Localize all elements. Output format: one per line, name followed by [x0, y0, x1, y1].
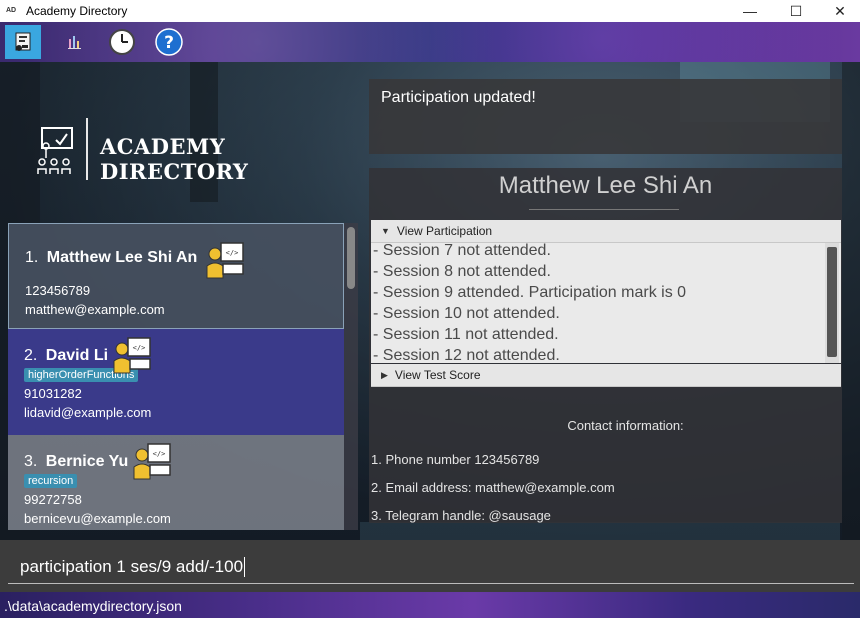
help-tab[interactable]: ?	[151, 25, 187, 59]
contact-email: 2. Email address: matthew@example.com	[371, 480, 615, 495]
contact-heading: Contact information:	[567, 418, 684, 433]
participation-row: - Session 7 not attended.	[373, 243, 551, 259]
result-display: Participation updated!	[369, 79, 842, 154]
svg-text:</>: </>	[133, 344, 146, 352]
scrollbar-thumb[interactable]	[827, 247, 837, 357]
status-file-path: .\data\academydirectory.json	[4, 598, 182, 614]
toolbar: ?	[0, 22, 860, 62]
student-index: 1.	[25, 249, 39, 266]
classroom-icon	[37, 127, 73, 174]
command-text: participation 1 ses/9 add/-100	[20, 556, 244, 576]
svg-text:?: ?	[164, 33, 174, 53]
app-icon: AD	[6, 7, 17, 14]
contact-information: Contact information: 1. Phone number 123…	[369, 418, 842, 530]
academy-logo: ACADEMY DIRECTORY	[36, 118, 336, 184]
status-bar: .\data\academydirectory.json	[0, 592, 860, 618]
title-bar: AD Academy Directory — ☐ ✕	[0, 0, 860, 22]
student-phone: 123456789	[25, 283, 91, 298]
directory-icon	[15, 32, 31, 51]
directory-tab[interactable]	[5, 25, 41, 59]
detail-student-name: Matthew Lee Shi An	[498, 172, 713, 199]
window-title: Academy Directory	[26, 4, 128, 18]
minimize-button[interactable]: —	[728, 0, 772, 22]
student-name-row: 1. Matthew Lee Shi An	[25, 249, 343, 267]
history-tab[interactable]	[104, 25, 140, 59]
participation-row: - Session 12 not attended.	[373, 347, 560, 363]
chart-icon	[68, 36, 81, 49]
student-index: 3.	[24, 453, 38, 470]
student-card[interactable]: 1. Matthew Lee Shi An 123456789 matthew@…	[8, 223, 344, 329]
contact-phone: 1. Phone number 123456789	[371, 452, 540, 467]
view-participation-header[interactable]: ▼ View Participation	[371, 220, 841, 243]
participation-header-label: View Participation	[396, 224, 493, 238]
student-avatar-icon: </>	[206, 242, 244, 279]
student-index: 2.	[24, 347, 38, 364]
student-card[interactable]: 2. David Li higherOrderFunctions 9103128…	[8, 329, 344, 435]
student-name-row: 3. Bernice Yu	[24, 453, 344, 471]
student-card[interactable]: 3. Bernice Yu recursion 99272758 bernice…	[8, 435, 344, 530]
clock-icon	[109, 29, 135, 55]
help-icon: ?	[155, 28, 183, 56]
svg-text:</>: </>	[153, 450, 166, 458]
student-name: Bernice Yu	[45, 453, 129, 470]
student-email: matthew@example.com	[25, 302, 165, 317]
triangle-down-icon: ▼	[381, 226, 390, 236]
contact-telegram: 3. Telegram handle: @sausage	[371, 508, 551, 523]
result-message: Participation updated!	[381, 89, 536, 106]
student-name: David Li	[45, 347, 109, 364]
view-test-score-header[interactable]: ▶ View Test Score	[371, 364, 841, 387]
brand-name: ACADEMY DIRECTORY	[100, 134, 249, 184]
student-avatar-icon: </>	[133, 443, 171, 480]
test-score-header-label: View Test Score	[394, 368, 481, 382]
participation-row: - Session 9 attended. Participation mark…	[373, 284, 687, 301]
scrollbar-thumb[interactable]	[347, 227, 355, 289]
scene-pillar	[842, 62, 860, 540]
participation-row: - Session 8 not attended.	[373, 263, 551, 280]
student-list-scrollbar[interactable]	[344, 223, 358, 530]
logo-divider	[86, 118, 88, 180]
student-email: bernicevu@example.com	[24, 511, 171, 526]
student-list[interactable]: 1. Matthew Lee Shi An 123456789 matthew@…	[8, 223, 358, 530]
name-underline	[529, 209, 679, 210]
student-email: lidavid@example.com	[24, 405, 152, 420]
participation-scrollbar[interactable]	[825, 243, 839, 363]
student-phone: 91031282	[24, 386, 82, 401]
participation-row: - Session 10 not attended.	[373, 305, 560, 322]
maximize-button[interactable]: ☐	[774, 0, 818, 22]
close-button[interactable]: ✕	[818, 0, 860, 22]
command-box: participation 1 ses/9 add/-100	[0, 540, 860, 592]
command-input[interactable]: participation 1 ses/9 add/-100	[8, 550, 854, 584]
student-tag: recursion	[24, 474, 78, 488]
svg-text:</>: </>	[226, 249, 239, 257]
participation-row: - Session 11 not attended.	[373, 326, 559, 343]
student-name-row: 2. David Li	[24, 347, 344, 365]
student-name: Matthew Lee Shi An	[46, 249, 198, 266]
student-avatar-icon: </>	[113, 337, 151, 374]
participation-list[interactable]: - Session 7 not attended. - Session 8 no…	[371, 243, 841, 363]
student-detail-panel: Matthew Lee Shi An ▼ View Participation …	[369, 168, 842, 523]
student-phone: 99272758	[24, 492, 82, 507]
triangle-right-icon: ▶	[381, 369, 388, 380]
visualize-tab[interactable]	[57, 25, 93, 59]
text-caret	[244, 556, 246, 577]
